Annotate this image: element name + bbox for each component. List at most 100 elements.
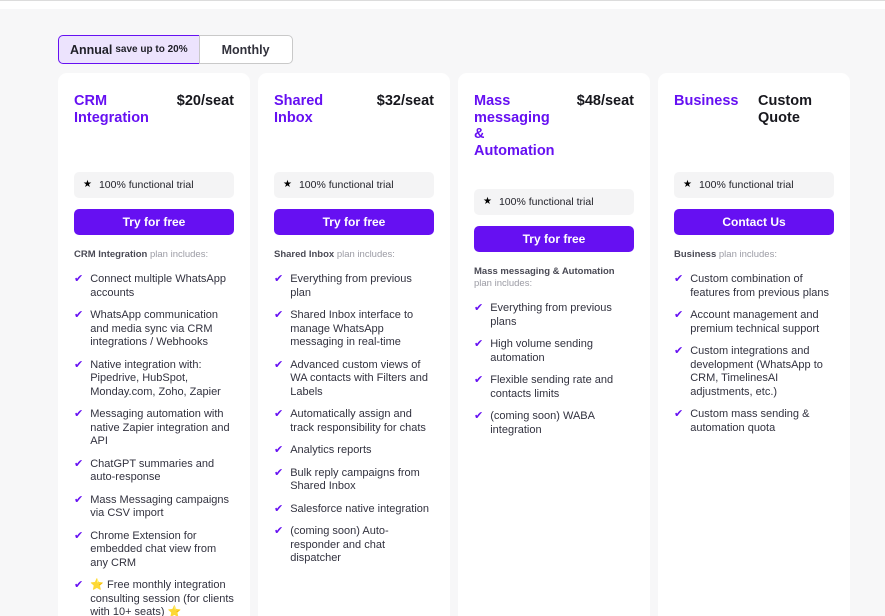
- check-icon: ✔: [274, 525, 284, 537]
- check-icon: ✔: [474, 338, 484, 350]
- check-icon: ✔: [674, 273, 684, 285]
- check-icon: ✔: [674, 408, 684, 420]
- feature-text: Everything from previous plans: [490, 302, 612, 328]
- toggle-annual[interactable]: Annual save up to 20%: [58, 35, 199, 64]
- pricing-page: Annual save up to 20% Monthly CRM Integr…: [0, 0, 885, 616]
- feature-text: Custom integrations and development (Wha…: [690, 345, 823, 398]
- feature-text: Custom mass sending & automation quota: [690, 408, 810, 434]
- plan-includes-label: Mass messaging & Automation plan include…: [474, 266, 634, 290]
- plan-name: Business: [674, 93, 739, 109]
- trial-label: 100% functional trial: [698, 179, 794, 191]
- feature-item: ✔ Shared Inbox interface to manage WhatsA…: [274, 309, 434, 350]
- toggle-annual-savings: save up to 20%: [115, 44, 188, 55]
- star-icon: ★: [683, 179, 692, 190]
- pricing-card: CRM Integration $20/seat ★ 100% functional …: [58, 73, 250, 616]
- feature-text: Flexible sending rate and contacts limit…: [490, 374, 614, 400]
- feature-item: ✔ High volume sending automation: [474, 338, 634, 365]
- check-icon: ✔: [74, 273, 84, 285]
- feature-text: Account management and premium technical…: [690, 309, 820, 335]
- star-icon: ★: [283, 179, 292, 190]
- includes-suffix: plan includes:: [147, 249, 209, 260]
- check-icon: ✔: [274, 273, 284, 285]
- try-for-free-button[interactable]: Try for free: [274, 209, 434, 235]
- toggle-monthly[interactable]: Monthly: [198, 35, 293, 64]
- feature-item: ✔ (coming soon) WABA integration: [474, 410, 634, 437]
- includes-plan-name: CRM Integration: [74, 249, 148, 260]
- feature-text: Connect multiple WhatsApp accounts: [90, 273, 226, 299]
- trial-label: 100% functional trial: [298, 179, 394, 191]
- check-icon: ✔: [674, 309, 684, 321]
- check-icon: ✔: [474, 302, 484, 314]
- plan-price: Custom Quote: [758, 93, 812, 126]
- feature-text: WhatsApp communication and media sync vi…: [90, 309, 218, 348]
- feature-text: Automatically assign and track responsib…: [290, 408, 426, 434]
- feature-text: ChatGPT summaries and auto-response: [90, 457, 215, 484]
- header-spacer: [674, 126, 834, 172]
- card-header: Shared Inbox $32/seat: [274, 93, 434, 126]
- try-for-free-button[interactable]: Try for free: [74, 209, 234, 235]
- feature-item: ✔ Custom mass sending & automation quota: [674, 408, 834, 435]
- feature-item: ✔ Everything from previous plan: [274, 273, 434, 300]
- plan-price: $20/seat: [176, 93, 234, 109]
- feature-text: Shared Inbox interface to manage WhatsAp…: [290, 309, 414, 348]
- pricing-card: Shared Inbox $32/seat ★ 100% functional tri…: [258, 73, 450, 616]
- feature-item: ✔ Mass Messaging campaigns via CSV import: [74, 494, 234, 521]
- feature-list: ✔ Everything from previous plan ✔ Shared In…: [274, 273, 434, 566]
- contact-us-button[interactable]: Contact Us: [674, 209, 834, 235]
- includes-plan-name: Mass messaging & Automation: [474, 266, 615, 277]
- trial-badge: ★ 100% functional trial: [274, 172, 434, 198]
- plan-name: Mass messaging & Automation: [474, 93, 555, 159]
- feature-item: ✔ Account management and premium technica…: [674, 309, 834, 336]
- feature-item: ✔ (coming soon) Auto-responder and chat d…: [274, 525, 434, 566]
- check-icon: ✔: [74, 529, 84, 542]
- billing-period-toggle[interactable]: Annual save up to 20% Monthly: [58, 35, 293, 64]
- plan-includes-label: CRM Integration plan includes:: [74, 249, 234, 261]
- check-icon: ✔: [274, 309, 284, 321]
- feature-item: ✔ Custom combination of features from pre…: [674, 273, 834, 300]
- star-icon: ★: [83, 179, 92, 190]
- check-icon: ✔: [74, 579, 84, 591]
- feature-item: ✔ Advanced custom views of WA contacts wi…: [274, 359, 434, 400]
- feature-text: Chrome Extension for embedded chat view …: [90, 529, 217, 569]
- pricing-card: Mass messaging & Automation $48/seat ★ 100%…: [458, 73, 650, 616]
- feature-item: ✔ Connect multiple WhatsApp accounts: [74, 273, 234, 300]
- feature-text: Custom combination of features from prev…: [690, 273, 830, 299]
- feature-item: ✔ Flexible sending rate and contacts limi…: [474, 374, 634, 401]
- includes-plan-name: Shared Inbox: [274, 249, 335, 260]
- toggle-annual-label: Annual: [70, 42, 113, 57]
- check-icon: ✔: [74, 493, 84, 506]
- try-for-free-button[interactable]: Try for free: [474, 226, 634, 252]
- includes-suffix: plan includes:: [474, 278, 533, 289]
- check-icon: ✔: [274, 408, 284, 420]
- plan-includes-label: Shared Inbox plan includes:: [274, 249, 434, 261]
- check-icon: ✔: [274, 358, 284, 371]
- feature-item: ✔ ChatGPT summaries and auto-response: [74, 458, 234, 485]
- trial-badge: ★ 100% functional trial: [74, 172, 234, 198]
- check-icon: ✔: [74, 457, 84, 470]
- check-icon: ✔: [274, 502, 284, 515]
- feature-text: Mass Messaging campaigns via CSV import: [90, 493, 230, 520]
- plan-price: $48/seat: [576, 93, 634, 109]
- trial-label: 100% functional trial: [98, 179, 194, 191]
- feature-text: Native integration with: Pipedrive, HubS…: [90, 358, 221, 398]
- trial-badge: ★ 100% functional trial: [674, 172, 834, 198]
- header-spacer: [474, 159, 634, 189]
- check-icon: ✔: [474, 374, 484, 386]
- check-icon: ✔: [274, 466, 284, 479]
- check-icon: ✔: [674, 345, 684, 357]
- header-spacer: [274, 126, 434, 172]
- header-spacer: [74, 126, 234, 172]
- trial-label: 100% functional trial: [498, 196, 594, 208]
- pricing-card: Business Custom Quote ★ 100% functional tri…: [658, 73, 850, 616]
- includes-suffix: plan includes:: [716, 249, 777, 260]
- plan-name: CRM Integration: [74, 93, 149, 126]
- feature-list: ✔ Everything from previous plans ✔ High vol…: [474, 302, 634, 437]
- feature-list: ✔ Custom combination of features from pre…: [674, 273, 834, 435]
- check-icon: ✔: [74, 358, 84, 371]
- feature-item: ✔ WhatsApp communication and media sync v…: [74, 309, 234, 350]
- feature-item: ✔ Analytics reports: [274, 444, 434, 458]
- feature-item: ✔ ⭐ Free monthly integration consulting s…: [74, 579, 234, 616]
- trial-badge: ★ 100% functional trial: [474, 189, 634, 215]
- includes-suffix: plan includes:: [334, 249, 395, 260]
- feature-text: Salesforce native integration: [290, 502, 430, 515]
